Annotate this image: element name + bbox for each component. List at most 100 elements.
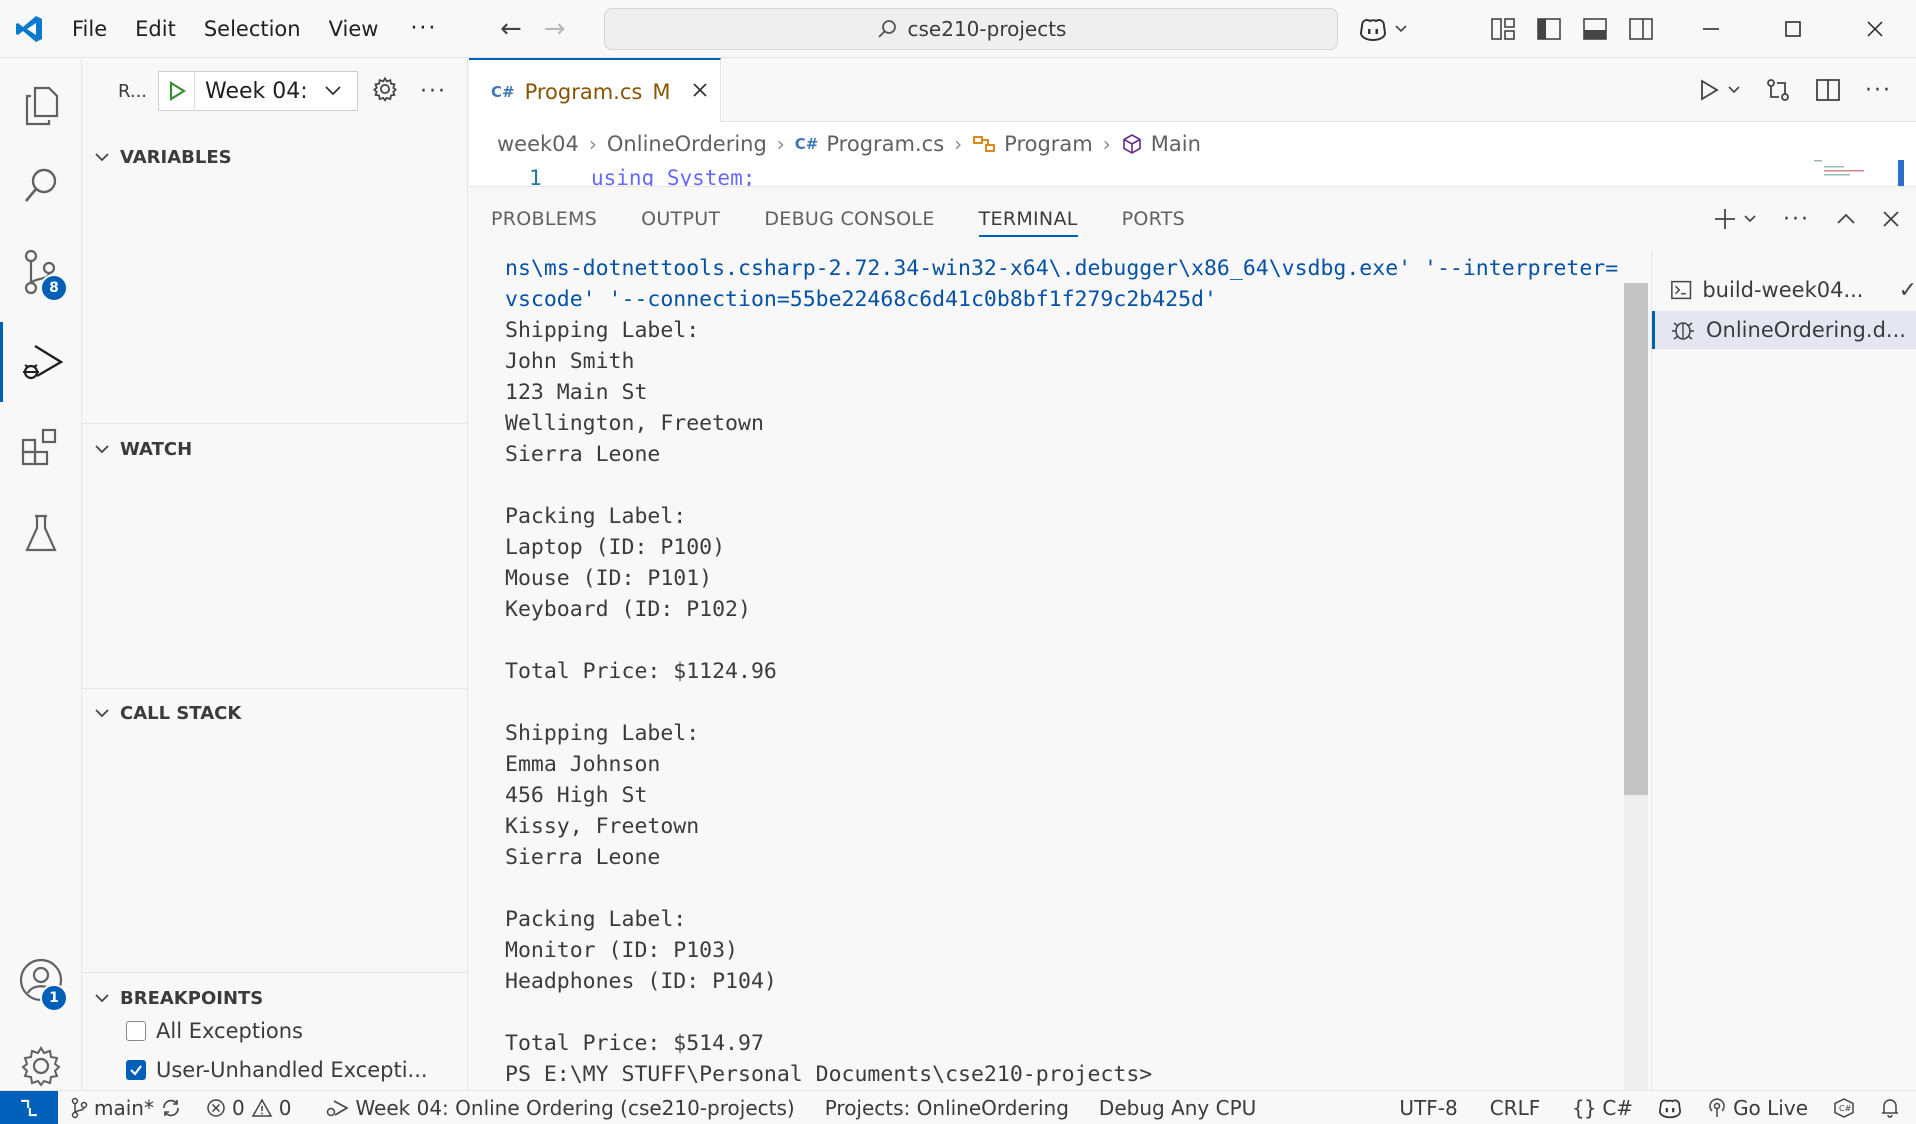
bottom-panel: PROBLEMS OUTPUT DEBUG CONSOLE TERMINAL P… xyxy=(469,186,1916,1091)
tab-debug-console[interactable]: DEBUG CONSOLE xyxy=(742,187,956,251)
start-debugging-button[interactable] xyxy=(159,72,195,110)
bell-icon xyxy=(1882,1099,1898,1118)
run-debug-button[interactable] xyxy=(0,322,82,402)
status-bar-right: UTF-8 CRLF {} C# Go Live C# xyxy=(1387,1091,1916,1124)
copilot-button[interactable] xyxy=(1358,10,1408,48)
branch-status[interactable]: main* xyxy=(58,1096,194,1120)
run-debug-icon xyxy=(327,1099,350,1116)
breakpoint-user-unhandled[interactable]: User-Unhandled Excepti... xyxy=(126,1052,428,1088)
toggle-primary-sidebar-icon[interactable] xyxy=(1536,17,1562,41)
minimap[interactable] xyxy=(1814,156,1904,186)
debug-more-actions-button[interactable]: ··· xyxy=(420,79,447,104)
breadcrumb-program[interactable]: Program xyxy=(1004,132,1093,156)
split-editor-icon[interactable] xyxy=(1815,78,1841,102)
chevron-right-icon: › xyxy=(954,132,963,156)
forward-arrow-icon[interactable]: → xyxy=(544,14,566,44)
breadcrumb-week04[interactable]: week04 xyxy=(497,132,579,156)
debug-config-status[interactable]: Week 04: Online Ordering (cse210-project… xyxy=(313,1096,806,1120)
code-line[interactable]: 1 using System; xyxy=(469,166,1916,186)
csharp-file-icon: C# xyxy=(491,82,515,101)
maximize-panel-chevron-up-icon[interactable] xyxy=(1836,212,1856,226)
tab-label: Program.cs xyxy=(524,79,643,104)
menu-view[interactable]: View xyxy=(315,0,393,58)
testing-button[interactable] xyxy=(0,494,82,574)
encoding-status[interactable]: UTF-8 xyxy=(1387,1096,1477,1120)
all-exceptions-checkbox[interactable] xyxy=(126,1021,146,1041)
close-panel-icon[interactable] xyxy=(1882,210,1900,228)
menu-file[interactable]: File xyxy=(58,0,121,58)
sync-icon[interactable] xyxy=(160,1098,182,1118)
source-control-button[interactable]: 8 xyxy=(0,232,82,312)
build-config-label: Debug Any CPU xyxy=(1098,1095,1257,1120)
run-code-button[interactable] xyxy=(1699,79,1741,101)
tab-ports[interactable]: PORTS xyxy=(1100,187,1207,251)
watch-section-header[interactable]: WATCH xyxy=(82,429,468,469)
explorer-button[interactable] xyxy=(0,66,82,146)
extensions-button[interactable] xyxy=(0,408,82,488)
go-live-button[interactable]: Go Live xyxy=(1695,1096,1820,1120)
code-text: using System; xyxy=(591,166,756,186)
user-unhandled-checkbox[interactable] xyxy=(126,1060,146,1080)
variables-section-header[interactable]: VARIABLES xyxy=(82,137,468,177)
back-arrow-icon[interactable]: ← xyxy=(500,14,522,44)
plus-icon xyxy=(1715,209,1736,229)
open-changes-icon[interactable] xyxy=(1765,77,1791,103)
close-icon xyxy=(1867,21,1883,37)
new-terminal-button[interactable] xyxy=(1713,207,1757,231)
copilot-status[interactable] xyxy=(1645,1097,1695,1119)
terminal-entry-debug[interactable]: OnlineOrdering.d... xyxy=(1652,311,1916,349)
eol-status[interactable]: CRLF xyxy=(1478,1096,1561,1120)
tab-terminal[interactable]: TERMINAL xyxy=(957,187,1100,251)
call-stack-section-header[interactable]: CALL STACK xyxy=(82,693,468,733)
menu-more-button[interactable]: ··· xyxy=(392,0,455,58)
menu-selection[interactable]: Selection xyxy=(190,0,315,58)
build-config-status[interactable]: Debug Any CPU xyxy=(1087,1096,1268,1120)
debug-config-select[interactable]: Week 04: Online Ordering xyxy=(158,71,358,111)
breakpoint-label: User-Unhandled Excepti... xyxy=(156,1058,428,1082)
close-window-button[interactable] xyxy=(1834,0,1916,58)
editor-more-actions-button[interactable]: ··· xyxy=(1865,78,1892,103)
tab-program-cs[interactable]: C# Program.cs M xyxy=(469,58,721,123)
search-view-button[interactable] xyxy=(0,146,82,226)
breakpoints-section-header[interactable]: BREAKPOINTS xyxy=(82,978,468,1018)
panel-actions: ··· xyxy=(1713,187,1900,251)
breadcrumb-main[interactable]: Main xyxy=(1151,132,1201,156)
maximize-button[interactable] xyxy=(1752,0,1834,58)
breadcrumb-program-cs[interactable]: Program.cs xyxy=(826,132,944,156)
git-branch-icon xyxy=(71,1097,88,1118)
problems-status[interactable]: 0 0 xyxy=(194,1096,303,1120)
close-tab-icon[interactable] xyxy=(692,82,708,102)
project-label: Projects: OnlineOrdering xyxy=(824,1095,1069,1120)
project-status[interactable]: Projects: OnlineOrdering xyxy=(813,1096,1081,1120)
debug-config-label: Week 04: Online Ordering (cse210-project… xyxy=(355,1095,795,1120)
minimize-button[interactable] xyxy=(1670,0,1752,58)
status-bar: main* 0 0 Week 04: Online Ordering (cse2… xyxy=(0,1090,1916,1124)
command-center-search[interactable]: cse210-projects xyxy=(604,8,1338,50)
remote-indicator-button[interactable] xyxy=(0,1090,58,1124)
breadcrumb-onlineordering[interactable]: OnlineOrdering xyxy=(607,132,767,156)
breakpoint-all-exceptions[interactable]: All Exceptions xyxy=(126,1013,303,1049)
go-live-label: Go Live xyxy=(1733,1096,1808,1120)
menu-edit[interactable]: Edit xyxy=(121,0,190,58)
terminal-entry-label: OnlineOrdering.d... xyxy=(1706,318,1906,342)
terminal-scrollbar[interactable] xyxy=(1624,283,1648,1091)
toggle-panel-icon[interactable] xyxy=(1582,17,1608,41)
vscode-logo-icon xyxy=(0,0,58,58)
panel-more-actions-button[interactable]: ··· xyxy=(1783,207,1810,232)
tab-output[interactable]: OUTPUT xyxy=(619,187,742,251)
notifications-button[interactable] xyxy=(1868,1097,1916,1119)
csharp-devkit-status[interactable]: C# xyxy=(1820,1097,1868,1119)
window-controls xyxy=(1670,0,1916,58)
tab-problems[interactable]: PROBLEMS xyxy=(469,187,619,251)
terminal-entry-build[interactable]: build-week04... ✓ xyxy=(1652,271,1916,309)
chevron-down-icon xyxy=(84,992,120,1004)
open-launch-json-gear-icon[interactable] xyxy=(372,76,398,106)
debug-config-name: Week 04: Online Ordering xyxy=(205,78,315,104)
scrollbar-thumb[interactable] xyxy=(1624,283,1648,795)
customize-layout-icon[interactable] xyxy=(1490,17,1516,41)
toggle-secondary-sidebar-icon[interactable] xyxy=(1628,17,1654,41)
editor-tab-bar: C# Program.cs M ··· xyxy=(469,58,1916,123)
accounts-button[interactable]: 1 xyxy=(0,940,82,1020)
title-bar: File Edit Selection View ··· ← → cse210-… xyxy=(0,0,1916,58)
language-status[interactable]: {} C# xyxy=(1560,1096,1645,1120)
